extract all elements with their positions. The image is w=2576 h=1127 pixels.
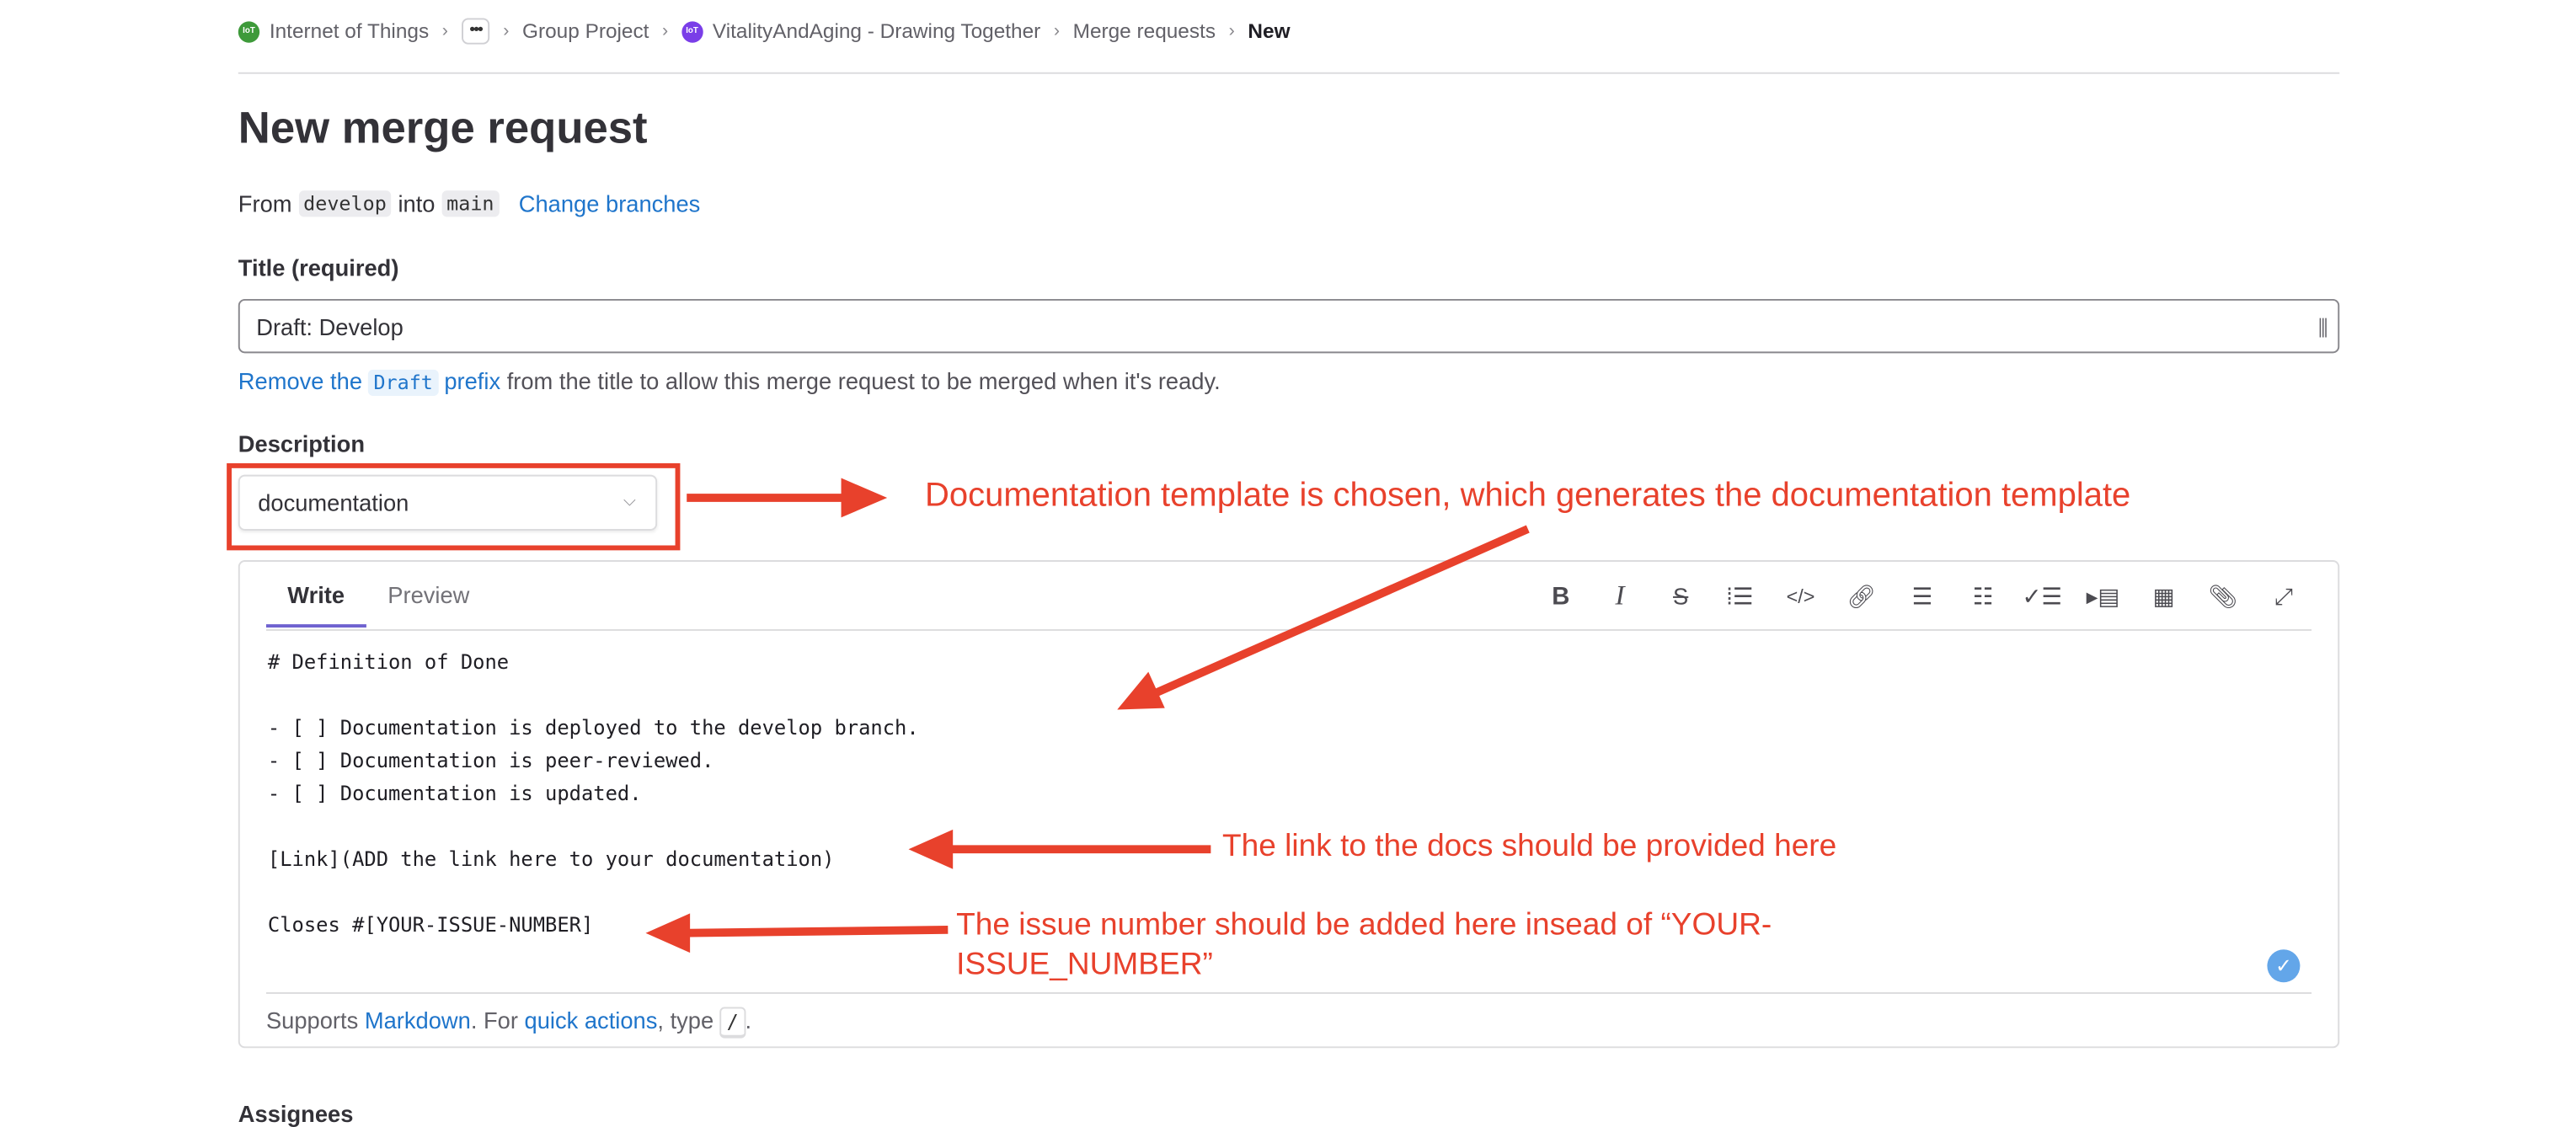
- arrow-to-link: [908, 829, 1211, 869]
- arrow-to-template: [687, 478, 888, 518]
- annotation-link: The link to the docs should be provided …: [1222, 829, 1837, 864]
- annotation-issue-line2: ISSUE_NUMBER”: [956, 948, 1213, 983]
- annotation-issue-line1: The issue number should be added here in…: [956, 908, 1772, 943]
- annotation-arrows: [645, 478, 1530, 953]
- arrow-to-textarea: [1117, 525, 1530, 710]
- annotation-template: Documentation template is chosen, which …: [925, 476, 2131, 515]
- arrow-to-issue: [645, 913, 949, 953]
